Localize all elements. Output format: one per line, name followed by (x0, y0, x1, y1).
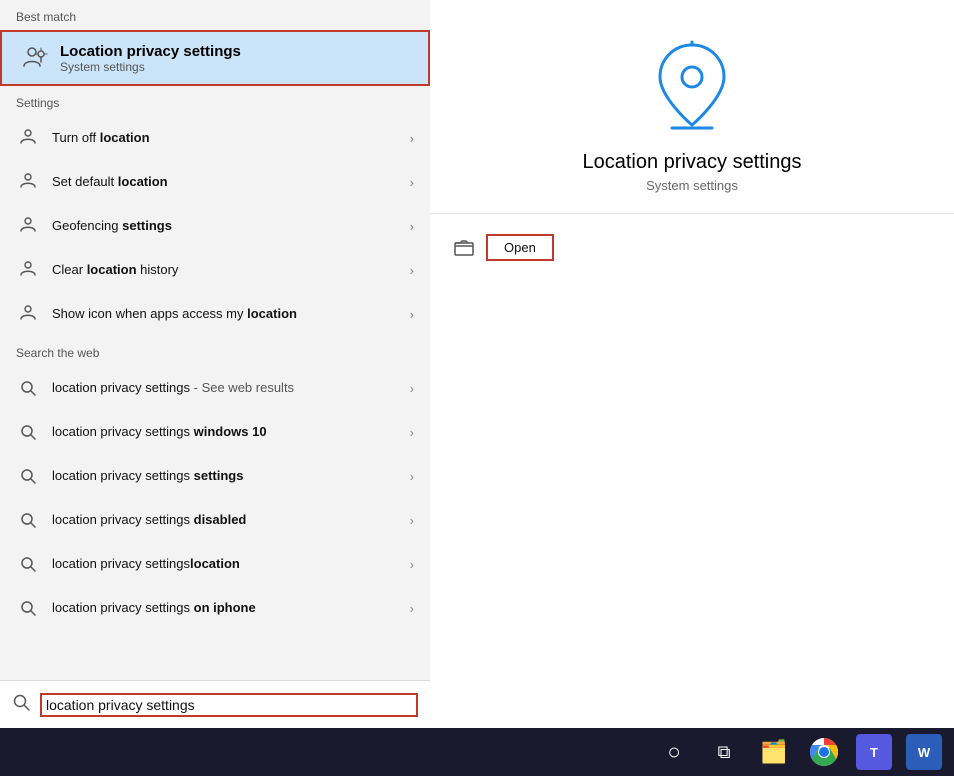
web-item-label: location privacy settings - See web resu… (52, 380, 410, 397)
web-label: Search the web (0, 336, 430, 366)
search-input-wrapper (40, 693, 418, 717)
list-item[interactable]: Show icon when apps access my location › (0, 292, 430, 336)
left-panel: Best match Location privacy settings Sys… (0, 0, 430, 728)
web-item-label: location privacy settingslocation (52, 556, 410, 573)
open-button[interactable]: Open (486, 234, 554, 261)
web-item[interactable]: location privacy settings on iphone › (0, 586, 430, 630)
taskbar-word-button[interactable]: W (902, 732, 946, 772)
chevron-right-icon: › (410, 425, 414, 440)
list-item[interactable]: Geofencing settings › (0, 204, 430, 248)
web-item-label: location privacy settings disabled (52, 512, 410, 529)
chevron-right-icon: › (410, 469, 414, 484)
chevron-right-icon: › (410, 601, 414, 616)
chevron-right-icon: › (410, 307, 414, 322)
chevron-right-icon: › (410, 263, 414, 278)
taskbar-explorer-button[interactable]: 🗂️ (752, 732, 796, 772)
best-match-text: Location privacy settings System setting… (60, 43, 241, 74)
settings-item-label: Turn off location (52, 130, 410, 147)
search-web-icon (16, 596, 40, 620)
clear-history-icon (16, 258, 40, 282)
web-item[interactable]: location privacy settings disabled › (0, 498, 430, 542)
web-item-label: location privacy settings settings (52, 468, 410, 485)
web-item-label: location privacy settings on iphone (52, 600, 410, 617)
right-title: Location privacy settings (582, 151, 801, 174)
settings-label: Settings (0, 86, 430, 116)
right-panel: Location privacy settings System setting… (430, 0, 954, 728)
word-icon: W (906, 734, 942, 770)
right-top-section: Location privacy settings System setting… (430, 0, 954, 214)
location-pin-large-icon (652, 40, 732, 135)
settings-section: Turn off location › Set default location… (0, 116, 430, 336)
taskbar-taskview-button[interactable]: ⧉ (702, 732, 746, 772)
right-actions: Open (430, 214, 578, 281)
show-icon-location-icon (16, 302, 40, 326)
web-item-label: location privacy settings windows 10 (52, 424, 410, 441)
taskbar: ○ ⧉ 🗂️ T W (0, 728, 954, 776)
chevron-right-icon: › (410, 131, 414, 146)
search-bar (0, 680, 430, 728)
right-subtitle: System settings (646, 178, 738, 193)
geofencing-icon (16, 214, 40, 238)
settings-item-label: Set default location (52, 174, 410, 191)
chevron-right-icon: › (410, 219, 414, 234)
teams-icon: T (856, 734, 892, 770)
location-settings-icon (18, 42, 50, 74)
list-item[interactable]: Turn off location › (0, 116, 430, 160)
search-bar-icon (12, 693, 30, 716)
web-item[interactable]: location privacy settings - See web resu… (0, 366, 430, 410)
best-match-subtitle: System settings (60, 60, 241, 74)
taskbar-right: ○ ⧉ 🗂️ T W (442, 732, 946, 772)
best-match-label: Best match (0, 0, 430, 30)
web-item[interactable]: location privacy settings windows 10 › (0, 410, 430, 454)
location-off-icon (16, 126, 40, 150)
taskbar-teams-button[interactable]: T (852, 732, 896, 772)
open-icon (454, 240, 474, 256)
best-match-title: Location privacy settings (60, 43, 241, 60)
settings-item-label: Geofencing settings (52, 218, 410, 235)
web-item[interactable]: location privacy settings settings › (0, 454, 430, 498)
list-item[interactable]: Clear location history › (0, 248, 430, 292)
list-item[interactable]: Set default location › (0, 160, 430, 204)
chevron-right-icon: › (410, 513, 414, 528)
search-web-icon (16, 376, 40, 400)
best-match-item[interactable]: Location privacy settings System setting… (0, 30, 430, 86)
search-web-icon (16, 552, 40, 576)
taskbar-chrome-button[interactable] (802, 732, 846, 772)
taskbar-search-button[interactable]: ○ (652, 732, 696, 772)
chevron-right-icon: › (410, 381, 414, 396)
location-default-icon (16, 170, 40, 194)
search-web-icon (16, 420, 40, 444)
settings-item-label: Clear location history (52, 262, 410, 279)
chevron-right-icon: › (410, 557, 414, 572)
settings-item-label: Show icon when apps access my location (52, 306, 410, 323)
search-input[interactable] (46, 697, 412, 713)
search-web-icon (16, 464, 40, 488)
chevron-right-icon: › (410, 175, 414, 190)
search-web-icon (16, 508, 40, 532)
web-item[interactable]: location privacy settingslocation › (0, 542, 430, 586)
